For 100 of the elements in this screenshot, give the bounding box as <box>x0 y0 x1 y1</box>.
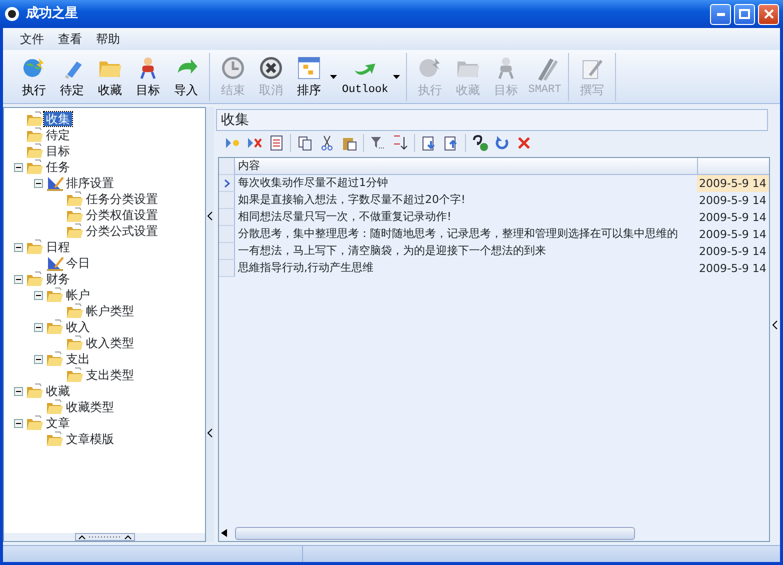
menu-item[interactable]: 帮助 <box>89 28 127 50</box>
caret-icon[interactable] <box>393 74 400 78</box>
folder-icon <box>66 367 84 383</box>
tree-item[interactable]: 排序设置 <box>64 176 116 190</box>
folder-icon <box>26 271 44 287</box>
folder-icon <box>26 111 44 127</box>
row-header[interactable] <box>219 175 235 192</box>
table-cell-text: 相同想法尽量只写一次，不做重复记录动作! <box>237 209 452 226</box>
expander-toggle[interactable] <box>34 322 43 332</box>
tree-item[interactable]: 收藏类型 <box>64 400 116 414</box>
expander-toggle[interactable] <box>14 242 23 252</box>
tree-item[interactable]: 收藏 <box>44 384 72 398</box>
table-cell-text: 分散思考，集中整理思考：随时随地思考，记录思考，整理和管理则选择在可以集中思维的 <box>237 226 679 242</box>
caret-icon[interactable] <box>330 74 337 78</box>
close-button[interactable] <box>758 4 779 24</box>
panel-title: 收集 <box>216 109 768 131</box>
ruler-pencil-icon <box>46 175 64 191</box>
dropdown-button[interactable]: Outlook <box>339 52 392 100</box>
copy-icon[interactable] <box>297 135 313 151</box>
expander-toggle[interactable] <box>34 290 43 300</box>
table-cell-text: 2009-5-9 14 <box>698 193 768 209</box>
folder-icon <box>46 319 64 335</box>
row-pointer-icon <box>224 178 230 188</box>
export-icon[interactable] <box>443 135 459 151</box>
add-row-icon[interactable] <box>224 135 240 151</box>
folder-icon <box>66 335 84 351</box>
tree-item[interactable]: 今日 <box>64 256 92 270</box>
folder-icon <box>26 159 44 175</box>
tree-item[interactable]: 收集 <box>44 112 72 126</box>
tree-item[interactable]: 文章模版 <box>64 432 116 446</box>
list-icon[interactable] <box>268 135 284 151</box>
table-cell-text: 2009-5-9 14 <box>698 244 768 260</box>
tree-item[interactable]: 分类公式设置 <box>84 224 160 238</box>
tree-item[interactable]: 文章 <box>44 416 72 430</box>
tree-item[interactable]: 待定 <box>44 128 72 142</box>
tree-item[interactable]: 任务分类设置 <box>84 192 160 206</box>
tree-item[interactable]: 任务 <box>44 160 72 174</box>
collapse-handle-icon[interactable] <box>74 533 134 541</box>
expander-toggle[interactable] <box>14 274 23 284</box>
expander-toggle[interactable] <box>14 418 23 428</box>
dropdown-button[interactable]: 排序 <box>290 52 328 100</box>
help-icon[interactable] <box>472 135 488 151</box>
toolbar-button[interactable]: 导入 <box>167 52 205 100</box>
toolbar-button[interactable]: 执行 <box>15 52 53 100</box>
paste-icon[interactable] <box>341 135 357 151</box>
expander-toggle[interactable] <box>34 354 43 364</box>
tree-item[interactable]: 帐户 <box>64 288 92 302</box>
delete-row-icon[interactable] <box>246 135 262 151</box>
toolbar-button[interactable]: 目标 <box>129 52 167 100</box>
folder-icon <box>66 191 84 207</box>
toolbar-button[interactable]: 待定 <box>53 52 91 100</box>
window-title: 成功之星 <box>26 4 78 24</box>
folder-icon <box>46 351 64 367</box>
tree-item[interactable]: 日程 <box>44 240 72 254</box>
expander-toggle[interactable] <box>14 386 23 396</box>
folder-icon <box>26 383 44 399</box>
scrollbar-thumb[interactable] <box>235 526 635 540</box>
delete-icon[interactable] <box>516 135 532 151</box>
tree-item[interactable]: 收入 <box>64 320 92 334</box>
tree-item[interactable]: 财务 <box>44 272 72 286</box>
maximize-button[interactable] <box>734 4 755 24</box>
folder-icon <box>26 143 44 159</box>
folder-icon <box>26 415 44 431</box>
table-cell: 2009-5-9 14 <box>697 175 769 192</box>
menu-item[interactable]: 文件 <box>13 28 51 50</box>
folder-icon <box>26 239 44 255</box>
minimize-icon <box>716 12 724 16</box>
table-cell-text: 2009-5-9 14 <box>698 261 768 277</box>
tree-item[interactable]: 支出 <box>64 352 92 366</box>
import-icon[interactable] <box>421 135 437 151</box>
filter-icon[interactable] <box>370 135 386 151</box>
folder-icon <box>66 223 84 239</box>
sort-icon[interactable] <box>392 135 408 151</box>
tree-item[interactable]: 收入类型 <box>84 336 136 350</box>
folder-icon <box>46 399 64 415</box>
tree-item[interactable]: 帐户类型 <box>84 304 136 318</box>
menu-item[interactable]: 查看 <box>51 28 89 50</box>
tree-item[interactable]: 支出类型 <box>84 368 136 382</box>
folder-icon <box>66 207 84 223</box>
tree-item[interactable]: 目标 <box>44 144 72 158</box>
table-cell-text: 2009-5-9 14 <box>698 210 768 226</box>
table-cell-text: 一有想法，马上写下，清空脑袋，为的是迎接下一个想法的到来 <box>237 243 547 260</box>
close-icon <box>764 9 774 19</box>
table-cell-text: 思維指导行动,行动产生思维 <box>237 260 374 276</box>
expander-toggle[interactable] <box>14 162 23 172</box>
table-cell-text: 如果是直接输入想法，字数尽量不超过20个字! <box>237 192 466 208</box>
table-cell-text: 2009-5-9 14 <box>698 227 768 243</box>
cut-icon[interactable] <box>319 135 335 151</box>
toolbar-button[interactable]: 收藏 <box>91 52 129 100</box>
folder-icon <box>66 303 84 319</box>
minimize-button[interactable] <box>710 4 731 24</box>
app-logo-icon <box>4 6 20 22</box>
table-cell-text: 每次收集动作尽量不超过1分钟 <box>237 175 389 192</box>
folder-icon <box>26 127 44 143</box>
ruler-pencil-icon <box>46 255 64 271</box>
folder-icon <box>46 287 64 303</box>
refresh-icon[interactable] <box>494 135 510 151</box>
tree-item[interactable]: 分类权值设置 <box>84 208 160 222</box>
expander-toggle[interactable] <box>34 178 43 188</box>
scroll-left-icon[interactable] <box>219 528 229 538</box>
